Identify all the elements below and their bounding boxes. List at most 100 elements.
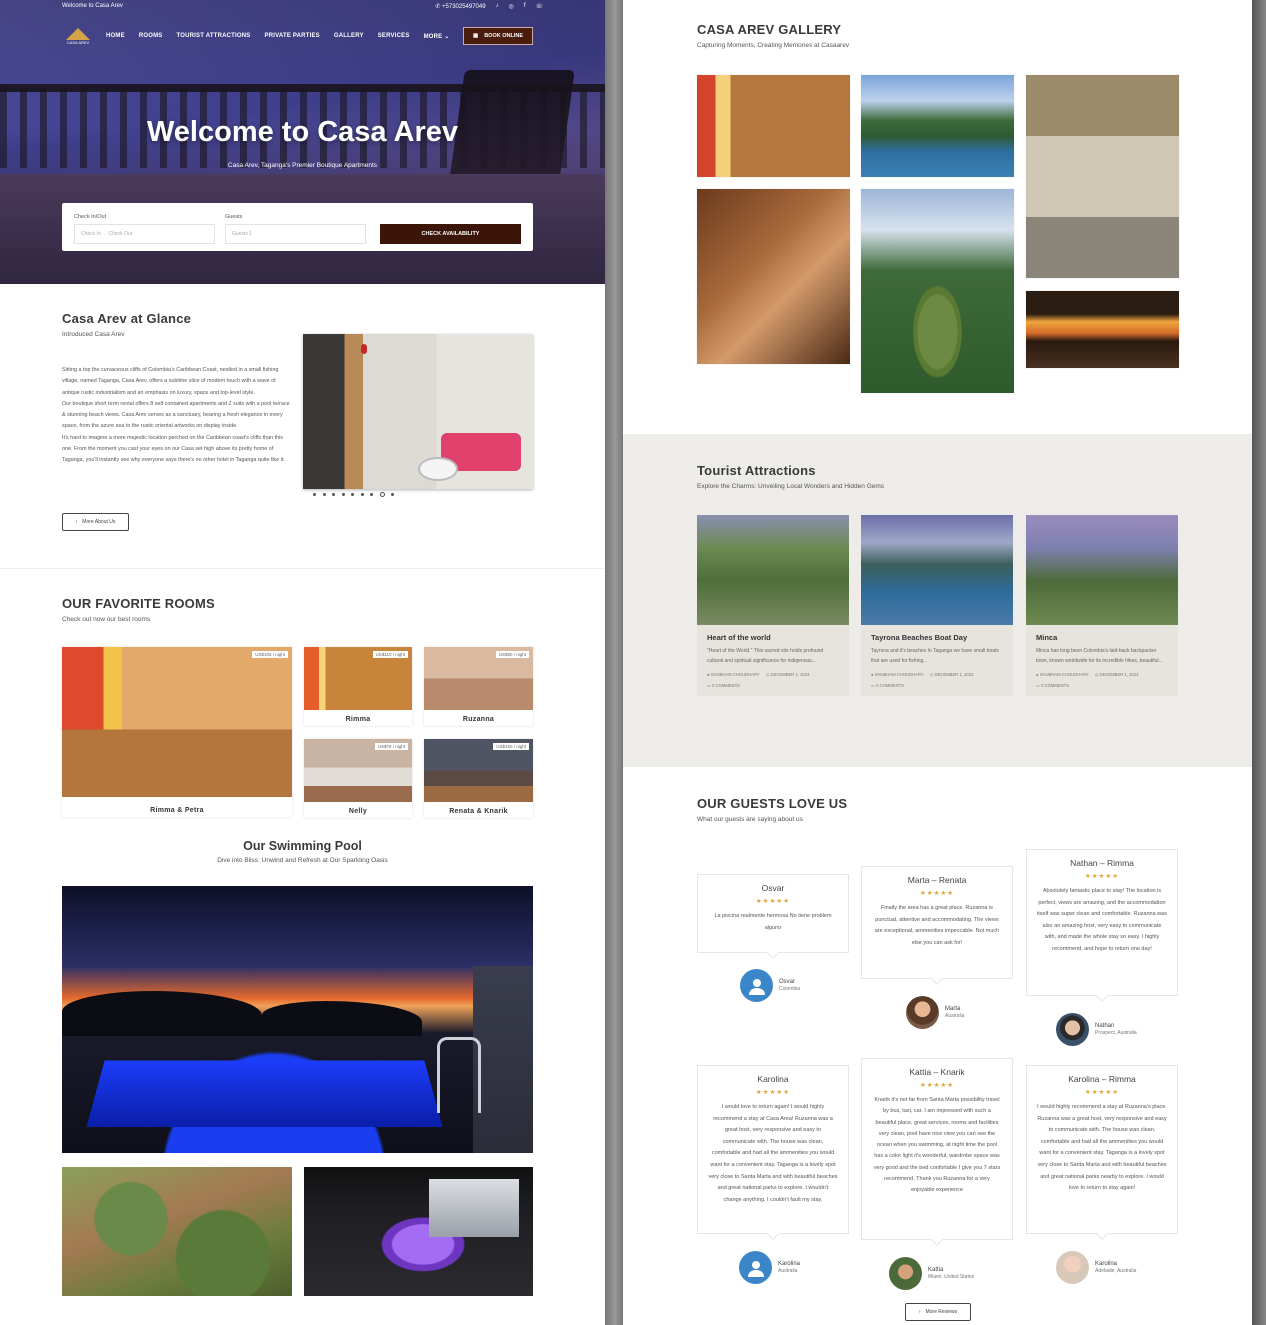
star-rating: ★★★★★: [919, 1082, 955, 1089]
tiktok-icon[interactable]: ♪: [496, 3, 499, 9]
gallery-title: CASA AREV GALLERY: [697, 22, 842, 37]
gallery-image[interactable]: [1026, 75, 1179, 278]
attractions-header: Tourist Attractions Explore the Charms: …: [697, 463, 884, 490]
chevron-right-icon: ›: [75, 519, 78, 525]
pool-photo-rail: [437, 1037, 481, 1113]
user-silhouette-icon: [748, 978, 765, 995]
gallery-image[interactable]: [861, 75, 1014, 177]
attraction-card[interactable]: Heart of the world "Heart of the World."…: [697, 515, 849, 696]
more-reviews-button[interactable]: › More Reviews: [905, 1303, 971, 1321]
carousel-dot[interactable]: [370, 493, 373, 496]
site-logo[interactable]: CASA AREV: [62, 23, 94, 49]
user-icon: ●: [871, 672, 874, 677]
nav-item-gallery[interactable]: GALLERY: [334, 33, 364, 40]
attraction-comments-text: 0 COMMENTS: [876, 683, 905, 688]
nav-item-more[interactable]: MORE ⌄: [424, 33, 450, 40]
room-card[interactable]: US$160 / night Renata & Knarik: [424, 739, 533, 818]
more-about-us-button[interactable]: › More About Us: [62, 513, 129, 531]
room-card[interactable]: US$110 / night Rimma: [304, 647, 412, 726]
gallery-header: CASA AREV GALLERY Capturing Moments, Cre…: [697, 22, 849, 49]
carousel-dot[interactable]: [341, 493, 345, 496]
room-card[interactable]: US$105 / night Rimma & Petra: [62, 647, 292, 817]
clock-icon: ◷: [1094, 672, 1099, 677]
attraction-comments[interactable]: ▭ 0 COMMENTS: [871, 683, 1003, 688]
review-author: Osvar Colombia: [740, 969, 800, 1002]
photo-lamp: [361, 344, 367, 354]
review-card: Nathan – Rimma ★★★★★ Absolutely fantasti…: [1026, 849, 1178, 996]
phone-link[interactable]: ✆ +573025497049: [435, 3, 485, 10]
nav-item-tourist-attractions[interactable]: TOURIST ATTRACTIONS: [176, 33, 250, 40]
carousel-dot[interactable]: [360, 493, 364, 496]
review-card: Marta – Renata ★★★★★ Finally the area ha…: [861, 866, 1013, 979]
whatsapp-icon[interactable]: ☏: [535, 3, 543, 10]
star-rating: ★★★★★: [919, 890, 955, 897]
room-price: US$90 / night: [495, 651, 529, 658]
room-image: [62, 647, 292, 797]
review-author-info: Kattia Miami, United States: [928, 1267, 974, 1280]
avatar: [906, 996, 939, 1029]
star-rating: ★★★★★: [1084, 1089, 1120, 1096]
gallery-subtitle: Capturing Moments, Creating Memories at …: [697, 42, 850, 49]
attraction-body: Minca Minca has long been Colombia's lai…: [1026, 625, 1178, 696]
review-author-name: Kattia: [928, 1267, 944, 1273]
attraction-author: ● SHUBHAM CHOUDHARY: [871, 672, 924, 677]
carousel-dot[interactable]: [313, 493, 316, 496]
instagram-icon[interactable]: ◎: [509, 3, 514, 10]
review-card: Karolina ★★★★★ I would love to return ag…: [697, 1065, 849, 1234]
attraction-body: Tayrona Beaches Boat Day Tayrona and it'…: [861, 625, 1013, 696]
review-author-info: Osvar Colombia: [779, 979, 800, 992]
gallery-image[interactable]: [697, 75, 850, 177]
attraction-comments[interactable]: ▭ 0 COMMENTS: [707, 683, 839, 688]
nav-item-home[interactable]: HOME: [106, 33, 125, 40]
review-author-name: Karolina: [1095, 1261, 1118, 1267]
attraction-title[interactable]: Minca: [1036, 633, 1168, 642]
more-reviews-label: More Reviews: [925, 1309, 958, 1315]
review-card: Karolina – Rimma ★★★★★ I would highly re…: [1026, 1065, 1178, 1234]
nav-item-services[interactable]: SERVICES: [378, 33, 410, 40]
book-online-button[interactable]: ▦ BOOK ONLINE: [462, 27, 533, 45]
carousel-dot[interactable]: [322, 493, 326, 496]
checkin-input[interactable]: Check In → Check Out: [74, 224, 215, 244]
checkin-label: Check In/Out: [74, 214, 107, 220]
guests-input[interactable]: Guests 1: [225, 224, 366, 244]
room-card[interactable]: US$75 / night Nelly: [304, 739, 412, 818]
room-price: US$105 / night: [252, 651, 288, 658]
carousel-dot[interactable]: [351, 493, 354, 496]
review-author-info: Karolina Australia: [778, 1261, 800, 1274]
hero-section: Welcome to Casa Arev ✆ +573025497049 ♪ ◎…: [0, 0, 605, 284]
attraction-card[interactable]: Minca Minca has long been Colombia's lai…: [1026, 515, 1178, 696]
nav-menu: HOME ROOMS TOURIST ATTRACTIONS PRIVATE P…: [106, 33, 449, 40]
room-card[interactable]: US$90 / night Ruzanna: [424, 647, 533, 726]
carousel-dots: [313, 492, 394, 497]
town-photo: [62, 1167, 292, 1296]
jacuzzi-photo: [304, 1167, 533, 1296]
attraction-title[interactable]: Heart of the world: [707, 633, 839, 642]
main-nav: CASA AREV HOME ROOMS TOURIST ATTRACTIONS…: [62, 24, 533, 48]
carousel-dot[interactable]: [332, 493, 335, 496]
welcome-text: Welcome to Casa Arev: [62, 3, 123, 9]
rooms-title: OUR FAVORITE ROOMS: [62, 596, 215, 611]
attraction-image: [1026, 515, 1178, 625]
check-availability-button[interactable]: CHECK AVAILABILITY: [380, 224, 521, 244]
facebook-icon[interactable]: f: [524, 3, 526, 9]
gallery-image[interactable]: [697, 189, 850, 364]
carousel-dot[interactable]: [391, 493, 394, 496]
attraction-excerpt: "Heart of the World." This sacred site h…: [707, 648, 824, 664]
nav-item-private-parties[interactable]: PRIVATE PARTIES: [265, 33, 320, 40]
review-text: I would love to return again! I would hi…: [708, 1104, 838, 1203]
glance-title: Casa Arev at Glance: [62, 311, 192, 326]
star-rating: ★★★★★: [755, 1089, 791, 1096]
attraction-card[interactable]: Tayrona Beaches Boat Day Tayrona and it'…: [861, 515, 1013, 696]
attraction-title[interactable]: Tayrona Beaches Boat Day: [871, 633, 1003, 642]
page-right-column: CASA AREV GALLERY Capturing Moments, Cre…: [623, 0, 1252, 1325]
gallery-image[interactable]: [1026, 291, 1179, 368]
nav-item-rooms[interactable]: ROOMS: [139, 33, 163, 40]
gallery-image[interactable]: [861, 189, 1014, 393]
pool-title: Our Swimming Pool: [243, 839, 362, 853]
attraction-comments[interactable]: ▭ 0 COMMENTS: [1036, 683, 1168, 688]
attractions-subtitle: Explore the Charms: Unveiling Local Wond…: [697, 483, 885, 490]
review-text: I would highly recommend a stay at Ruzan…: [1037, 1104, 1167, 1192]
carousel-dot-active[interactable]: [379, 492, 385, 497]
jacuzzi-photo-wall: [429, 1179, 519, 1237]
room-price: US$110 / night: [372, 651, 408, 658]
